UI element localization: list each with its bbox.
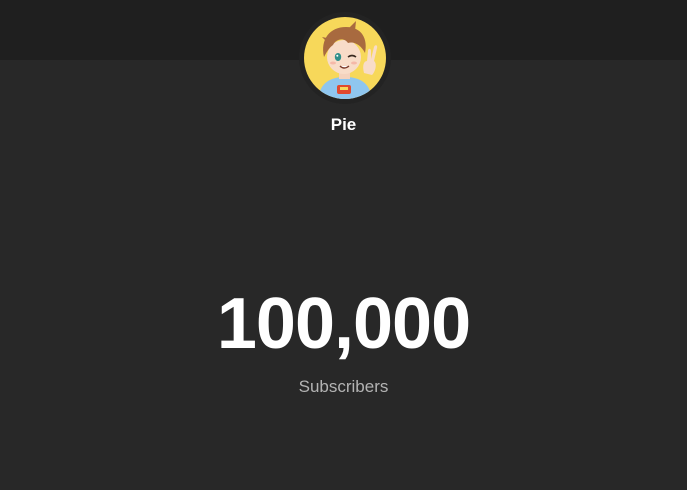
cartoon-avatar-icon bbox=[304, 17, 386, 99]
subscriber-count: 100,000 bbox=[216, 284, 471, 364]
subscriber-label: Subscribers bbox=[298, 377, 389, 396]
avatar-ring bbox=[299, 12, 391, 104]
channel-avatar[interactable] bbox=[304, 17, 386, 99]
channel-name: Pie bbox=[330, 115, 357, 134]
